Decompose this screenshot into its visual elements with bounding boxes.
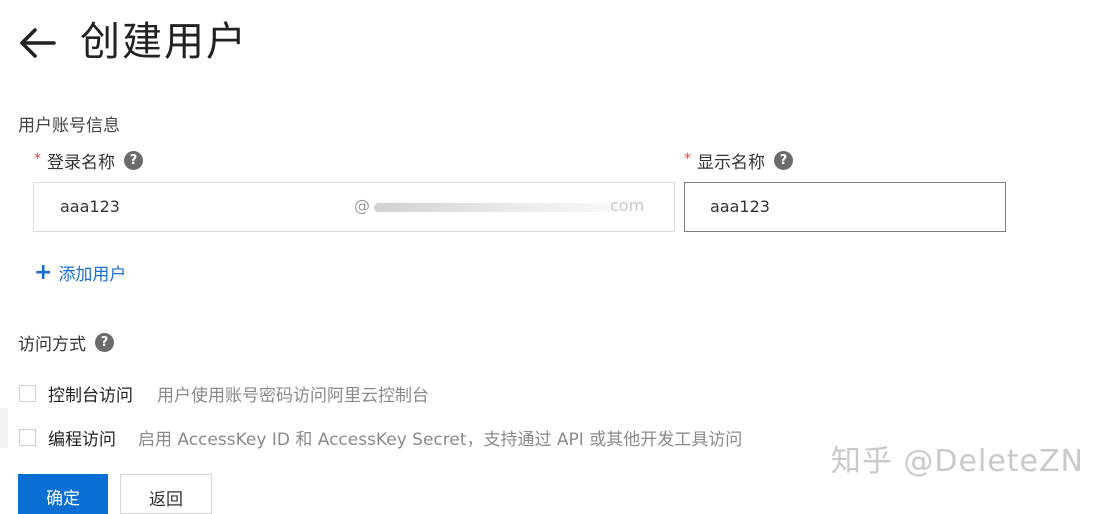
- page-title: 创建用户: [80, 19, 248, 65]
- console-access-desc: 用户使用账号密码访问阿里云控制台: [157, 386, 429, 406]
- add-user-label: 添加用户: [58, 265, 127, 285]
- login-domain-suffix: @ com: [352, 196, 652, 218]
- programmatic-access-desc: 启用 AccessKey ID 和 AccessKey Secret，支持通过 …: [138, 430, 743, 450]
- back-button[interactable]: 返回: [120, 474, 212, 514]
- console-access-option[interactable]: 控制台访问 用户使用账号密码访问阿里云控制台: [19, 381, 429, 406]
- help-icon[interactable]: ?: [124, 151, 143, 170]
- programmatic-access-checkbox[interactable]: [19, 429, 36, 446]
- required-mark: *: [684, 150, 691, 167]
- console-access-checkbox[interactable]: [19, 385, 36, 402]
- display-name-label: * 显示名称 ?: [684, 148, 793, 173]
- back-arrow-icon[interactable]: [16, 22, 58, 64]
- display-name-label-text: 显示名称: [697, 153, 765, 173]
- access-method-section-title: 访问方式 ?: [18, 330, 114, 355]
- console-access-label: 控制台访问: [48, 386, 133, 406]
- plus-icon: +: [34, 260, 53, 285]
- domain-at-sign: @: [354, 196, 370, 215]
- login-name-value: aaa123: [60, 197, 120, 216]
- help-icon[interactable]: ?: [774, 151, 793, 170]
- domain-suffix-text: com: [610, 196, 645, 215]
- login-name-label-text: 登录名称: [47, 153, 115, 173]
- help-icon[interactable]: ?: [95, 333, 114, 352]
- programmatic-access-label: 编程访问: [48, 430, 116, 450]
- login-name-field[interactable]: aaa123 @ com: [33, 182, 675, 232]
- programmatic-access-option[interactable]: 编程访问 启用 AccessKey ID 和 AccessKey Secret，…: [19, 425, 742, 450]
- redacted-domain: [374, 203, 624, 212]
- add-user-link[interactable]: + 添加用户: [34, 260, 126, 285]
- access-method-title-text: 访问方式: [18, 335, 86, 355]
- login-name-label: * 登录名称 ?: [34, 148, 143, 173]
- left-edge-shadow: [0, 408, 8, 448]
- account-info-section-title: 用户账号信息: [18, 116, 120, 136]
- display-name-value: aaa123: [710, 197, 770, 216]
- watermark: 知乎 @DeleteZN: [830, 444, 1084, 479]
- confirm-button[interactable]: 确定: [18, 474, 108, 514]
- required-mark: *: [34, 150, 41, 167]
- display-name-field[interactable]: aaa123: [684, 182, 1006, 232]
